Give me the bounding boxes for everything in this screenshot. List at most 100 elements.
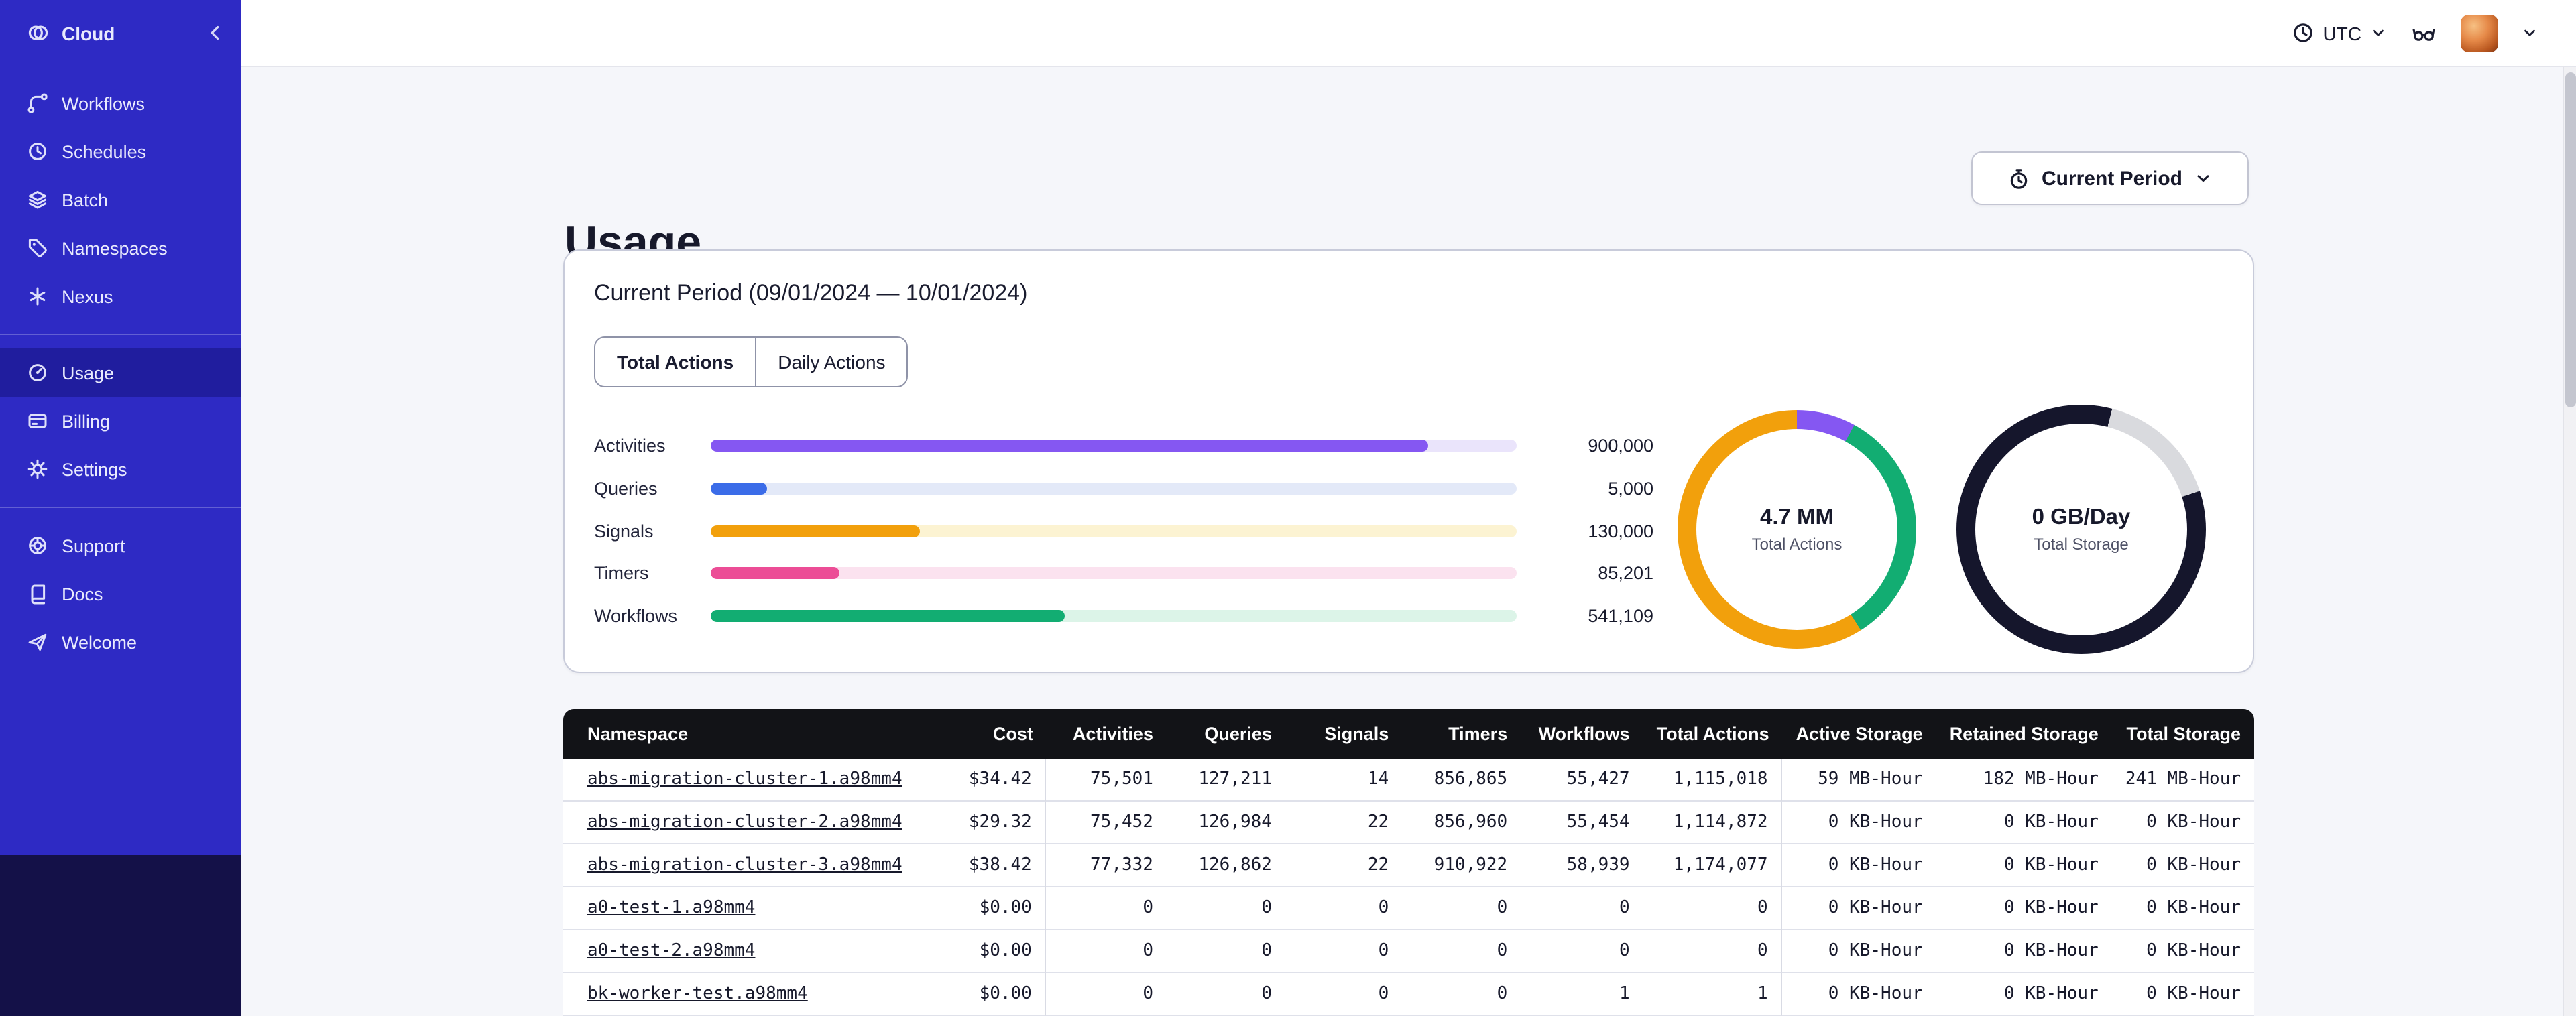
sidebar-item-batch[interactable]: Batch xyxy=(0,176,241,224)
table-cell: 0 xyxy=(1643,887,1783,930)
table-cell: 0 xyxy=(1402,930,1521,973)
table-cell: 126,862 xyxy=(1166,844,1285,887)
namespace-link[interactable]: abs-migration-cluster-2.a98mm4 xyxy=(587,812,902,832)
sidebar-item-label: Batch xyxy=(62,190,109,210)
collapse-sidebar-button[interactable] xyxy=(205,23,225,43)
table-cell: 0 KB-Hour xyxy=(2111,887,2254,930)
table-cell: 59 MB-Hour xyxy=(1782,759,1936,802)
sidebar-footer xyxy=(0,855,241,1016)
bar-track xyxy=(711,567,1517,580)
donut-value: 0 GB/Day xyxy=(2032,505,2131,529)
table-cell: 0 KB-Hour xyxy=(1936,844,2112,887)
table-cell: 0 KB-Hour xyxy=(2111,802,2254,844)
donut-sublabel: Total Actions xyxy=(1751,535,1842,554)
bar-label: Timers xyxy=(594,563,649,584)
sidebar-item-label: Support xyxy=(62,535,125,556)
table-cell: 0 KB-Hour xyxy=(2111,973,2254,1016)
table-cell: 0 xyxy=(1285,930,1403,973)
column-header: Total Actions xyxy=(1643,709,1783,759)
sidebar-item-schedules[interactable]: Schedules xyxy=(0,127,241,176)
table-cell: 0 xyxy=(1285,973,1403,1016)
sidebar-item-docs[interactable]: Docs xyxy=(0,570,241,618)
sidebar-item-settings[interactable]: Settings xyxy=(0,445,241,493)
vertical-scrollbar-thumb[interactable] xyxy=(2565,72,2576,407)
namespace-link[interactable]: abs-migration-cluster-3.a98mm4 xyxy=(587,855,902,875)
donut-total-actions: 4.7 MM Total Actions xyxy=(1678,410,1916,649)
sidebar-item-namespaces[interactable]: Namespaces xyxy=(0,224,241,272)
avatar[interactable] xyxy=(2461,14,2498,52)
vertical-scrollbar-track[interactable] xyxy=(2563,67,2576,1016)
table-row: abs-migration-cluster-1.a98mm4 $34.42 75,5… xyxy=(563,759,2254,802)
table-cell: 182 MB-Hour xyxy=(1936,759,2112,802)
period-selector-label: Current Period xyxy=(2041,167,2182,190)
sidebar-item-welcome[interactable]: Welcome xyxy=(0,618,241,666)
sidebar-item-label: Workflows xyxy=(62,93,145,113)
table-cell: 22 xyxy=(1285,802,1403,844)
table-cell: 0 KB-Hour xyxy=(1936,887,2112,930)
table-cell: 55,454 xyxy=(1521,802,1643,844)
bar-value: 5,000 xyxy=(1608,479,1653,499)
sidebar-item-support[interactable]: Support xyxy=(0,521,241,570)
bar-track xyxy=(711,525,1517,537)
table-cell: 0 KB-Hour xyxy=(1936,973,2112,1016)
sidebar-item-label: Schedules xyxy=(62,141,147,162)
feedback-glasses-button[interactable] xyxy=(2410,21,2438,45)
sidebar-item-label: Usage xyxy=(62,363,115,383)
table-cell: 0 xyxy=(1166,887,1285,930)
bar-track xyxy=(711,610,1517,623)
table-cell: 1 xyxy=(1521,973,1643,1016)
namespace-link[interactable]: a0-test-1.a98mm4 xyxy=(587,898,755,918)
glasses-icon xyxy=(2410,21,2438,45)
table-cell: 0 KB-Hour xyxy=(1782,973,1936,1016)
bar-label: Queries xyxy=(594,479,658,499)
table-row: bk-worker-test.a98mm4 $0.00 0 0 0 0 1 1 0 KB-Hou… xyxy=(563,973,2254,1016)
tab-total-actions[interactable]: Total Actions xyxy=(595,338,755,386)
namespace-cell: abs-migration-cluster-3.a98mm4 xyxy=(563,844,926,887)
period-selector-button[interactable]: Current Period xyxy=(1971,151,2249,205)
column-header: Signals xyxy=(1285,709,1403,759)
account-menu-button[interactable] xyxy=(2521,24,2538,42)
actions-tabs: Total Actions Daily Actions xyxy=(594,336,909,387)
column-header: Workflows xyxy=(1521,709,1643,759)
table-cell: 0 KB-Hour xyxy=(2111,844,2254,887)
column-header: Activities xyxy=(1046,709,1167,759)
table-cell: 75,452 xyxy=(1046,802,1167,844)
namespace-link[interactable]: bk-worker-test.a98mm4 xyxy=(587,984,808,1004)
namespace-link[interactable]: a0-test-2.a98mm4 xyxy=(587,941,755,961)
sidebar-item-workflows[interactable]: Workflows xyxy=(0,79,241,127)
sidebar-header: Cloud xyxy=(0,0,241,58)
timezone-selector[interactable]: UTC xyxy=(2292,21,2387,44)
sidebar-header-label: Cloud xyxy=(62,22,115,44)
table-cell: 0 xyxy=(1402,973,1521,1016)
sidebar-item-label: Namespaces xyxy=(62,238,168,258)
bar-track xyxy=(711,440,1517,452)
column-header: Queries xyxy=(1166,709,1285,759)
usage-table: Namespace Cost Activities Queries Signals Tim… xyxy=(563,709,2254,1016)
sidebar: Cloud Workflows Schedules Batch Namespac… xyxy=(0,0,241,1016)
namespace-cell: a0-test-2.a98mm4 xyxy=(563,930,926,973)
current-period-card: Current Period (09/01/2024 — 10/01/2024)… xyxy=(563,249,2254,673)
table-cell: 0 KB-Hour xyxy=(1782,930,1936,973)
app-window: Cloud Workflows Schedules Batch Namespac… xyxy=(0,0,2576,1016)
sidebar-item-billing[interactable]: Billing xyxy=(0,397,241,445)
namespace-cell: a0-test-1.a98mm4 xyxy=(563,887,926,930)
schedules-icon xyxy=(27,141,48,162)
bar-value: 541,109 xyxy=(1588,606,1653,627)
tab-daily-actions[interactable]: Daily Actions xyxy=(755,338,906,386)
namespace-cell: abs-migration-cluster-2.a98mm4 xyxy=(563,802,926,844)
bar-row: Signals 130,000 xyxy=(594,510,1653,552)
sidebar-item-usage[interactable]: Usage xyxy=(0,348,241,397)
namespace-link[interactable]: abs-migration-cluster-1.a98mm4 xyxy=(587,769,902,789)
table-cell: 0 xyxy=(1521,887,1643,930)
topbar: UTC xyxy=(241,0,2576,67)
table-cell: $34.42 xyxy=(925,759,1047,802)
bar-fill xyxy=(711,610,1065,623)
chevron-down-icon xyxy=(2369,24,2387,42)
usage-table-header-row: Namespace Cost Activities Queries Signals Tim… xyxy=(563,709,2254,759)
table-cell: 0 xyxy=(1643,930,1783,973)
bar-value: 85,201 xyxy=(1598,563,1653,584)
sidebar-item-nexus[interactable]: Nexus xyxy=(0,272,241,320)
table-cell: 0 xyxy=(1285,887,1403,930)
actions-bar-chart: Activities 900,000 Queries 5,000 Signals… xyxy=(594,425,1653,637)
bar-label: Signals xyxy=(594,521,654,542)
